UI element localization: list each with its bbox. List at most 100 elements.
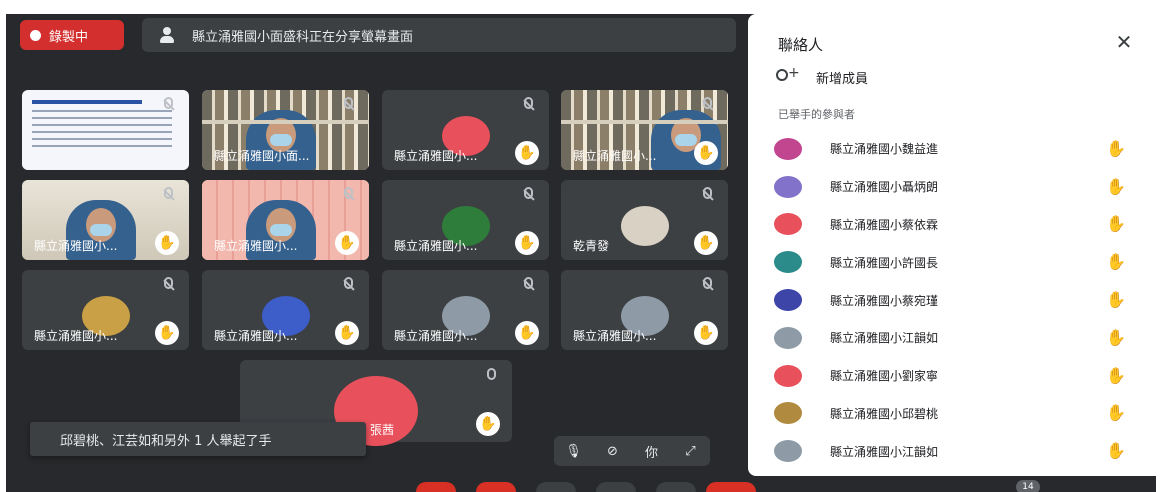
camera-toggle-button[interactable] (536, 482, 576, 492)
toast-text: 邱碧桃、江芸如和另外 1 人舉起了手 (60, 433, 272, 449)
participant-count-badge[interactable]: 14 (1016, 480, 1040, 492)
avatar (774, 289, 802, 312)
participant-tile[interactable]: 縣立涌雅國小面... (202, 90, 369, 170)
participant-tile[interactable]: 縣立涌雅國小... ✋ (561, 90, 728, 170)
avatar (774, 251, 802, 274)
camera-off-icon[interactable]: ⊘ (602, 440, 624, 462)
mic-off-icon (703, 97, 712, 109)
list-item[interactable]: 縣立涌雅國小劉家寧 ✋ (768, 357, 1138, 395)
participant-name: 縣立涌雅國小... (394, 149, 478, 163)
participant-name: 縣立涌雅國小許國長 (830, 255, 939, 270)
participant-name: 張茜 (370, 423, 395, 437)
participant-tile[interactable]: 縣立涌雅國小... ✋ (202, 270, 369, 350)
mic-off-icon (344, 187, 353, 199)
presenting-banner: 縣立涌雅國小面盛科正在分享螢幕畫面 (142, 18, 736, 52)
participant-name: 縣立涌雅國小面... (214, 149, 310, 163)
participant-name: 縣立涌雅國小... (214, 239, 298, 253)
close-icon[interactable]: ✕ (1112, 30, 1136, 54)
people-panel: 聯絡人 ✕ 新增成員 已舉手的參與者 縣立涌雅國小魏益進✋縣立涌雅國小聶炳朗✋縣… (748, 14, 1156, 476)
participant-name: 縣立涌雅國小... (394, 329, 478, 343)
add-people-button[interactable]: 新增成員 (774, 65, 869, 87)
mic-toggle-button[interactable] (476, 482, 516, 492)
mic-off-icon (703, 277, 712, 289)
participant-name: 乾青發 (573, 239, 610, 253)
list-item[interactable]: 縣立涌雅國小許國長 ✋ (768, 243, 1138, 281)
participant-tile[interactable] (22, 90, 189, 170)
mic-off-icon (164, 277, 173, 289)
participant-name: 縣立涌雅國小魏益進 (830, 142, 939, 157)
face-mask (90, 224, 112, 236)
add-person-icon (774, 65, 800, 87)
avatar (774, 326, 802, 349)
expand-icon[interactable]: ⤢ (680, 440, 702, 462)
more-options-button[interactable] (656, 482, 696, 492)
participant-tile[interactable]: 縣立涌雅國小... ✋ (561, 270, 728, 350)
participant-tile[interactable]: 縣立涌雅國小... ✋ (202, 180, 369, 260)
panel-title: 聯絡人 (778, 36, 824, 54)
presenting-text: 縣立涌雅國小面盛科正在分享螢幕畫面 (192, 29, 414, 45)
participant-name: 縣立涌雅國小邱碧桃 (830, 406, 939, 421)
participant-tile[interactable]: 乾青發 ✋ (561, 180, 728, 260)
record-dot-icon (30, 29, 41, 41)
list-item[interactable]: 縣立涌雅國小江韻如 ✋ (768, 319, 1138, 357)
raised-hand-icon: ✋ (694, 321, 718, 345)
mic-off-icon (344, 97, 353, 109)
mic-off-icon (487, 368, 496, 380)
mic-off-icon (344, 277, 353, 289)
list-item[interactable]: 縣立涌雅國小蔡依霖 ✋ (768, 206, 1138, 244)
present-button[interactable] (596, 482, 636, 492)
end-call-button[interactable] (706, 482, 756, 492)
face-mask (270, 134, 292, 146)
raised-hand-icon: ✋ (155, 321, 179, 345)
mic-off-icon (164, 97, 173, 109)
raised-hand-icon[interactable]: ✋ (1104, 288, 1128, 312)
participant-name: 縣立涌雅國小蔡依霖 (830, 217, 939, 232)
participant-name: 縣立涌雅國小聶炳朗 (830, 180, 939, 195)
raised-hand-icon[interactable]: ✋ (1104, 175, 1128, 199)
mic-icon[interactable]: 🎙 (563, 440, 585, 462)
raised-hand-icon: ✋ (694, 141, 718, 165)
list-item[interactable]: 縣立涌雅國小魏益進 ✋ (768, 130, 1138, 168)
participant-name: 縣立涌雅國小劉家寧 (830, 369, 939, 384)
raised-hands-list: 縣立涌雅國小魏益進 ✋ 縣立涌雅國小聶炳朗 ✋ 縣立涌雅國小蔡依霖 ✋ 縣立涌雅國小許國長 ✋… (768, 130, 1138, 470)
raised-hand-icon: ✋ (335, 231, 359, 255)
raised-hand-icon[interactable]: ✋ (1104, 401, 1128, 425)
list-item[interactable]: 縣立涌雅國小蔡宛瑾 ✋ (768, 281, 1138, 319)
mic-off-icon (524, 277, 533, 289)
list-item[interactable]: 縣立涌雅國小聶炳朗 ✋ (768, 168, 1138, 206)
participant-tile[interactable]: 縣立涌雅國小... ✋ (382, 270, 549, 350)
recording-indicator[interactable]: 錄製中 (20, 20, 124, 50)
people-count[interactable]: 你 (641, 440, 663, 462)
raised-hand-icon: ✋ (515, 231, 539, 255)
raised-hand-icon[interactable]: ✋ (1104, 212, 1128, 236)
add-people-label: 新增成員 (816, 72, 869, 87)
raised-hand-icon[interactable]: ✋ (1104, 439, 1128, 463)
list-item[interactable]: 縣立涌雅國小江韻如 ✋ (768, 432, 1138, 470)
avatar (774, 175, 802, 198)
participant-tile[interactable]: 縣立涌雅國小... ✋ (22, 180, 189, 260)
avatar (774, 364, 802, 387)
participant-name: 縣立涌雅國小... (34, 239, 118, 253)
raised-hand-icon: ✋ (155, 231, 179, 255)
participant-name: 縣立涌雅國小... (573, 329, 657, 343)
participant-tile[interactable]: 縣立涌雅國小... ✋ (382, 90, 549, 170)
avatar (774, 402, 802, 425)
raised-hand-icon: ✋ (694, 231, 718, 255)
raised-hand-icon[interactable]: ✋ (1104, 250, 1128, 274)
avatar (774, 440, 802, 463)
raised-hand-icon[interactable]: ✋ (1104, 137, 1128, 161)
face-mask (270, 224, 292, 236)
mic-off-icon (524, 97, 533, 109)
participant-name: 縣立涌雅國小... (214, 329, 298, 343)
section-label: 已舉手的參與者 (778, 108, 855, 121)
participant-tile[interactable]: 縣立涌雅國小... ✋ (22, 270, 189, 350)
leave-call-button[interactable] (416, 482, 456, 492)
raised-hand-icon: ✋ (476, 412, 500, 436)
raised-hands-toast: 邱碧桃、江芸如和另外 1 人舉起了手 (30, 422, 366, 456)
mic-off-icon (164, 187, 173, 199)
list-item[interactable]: 縣立涌雅國小邱碧桃 ✋ (768, 395, 1138, 433)
participant-tile[interactable]: 縣立涌雅國小... ✋ (382, 180, 549, 260)
raised-hand-icon[interactable]: ✋ (1104, 364, 1128, 388)
raised-hand-icon[interactable]: ✋ (1104, 326, 1128, 350)
avatar (620, 206, 669, 246)
